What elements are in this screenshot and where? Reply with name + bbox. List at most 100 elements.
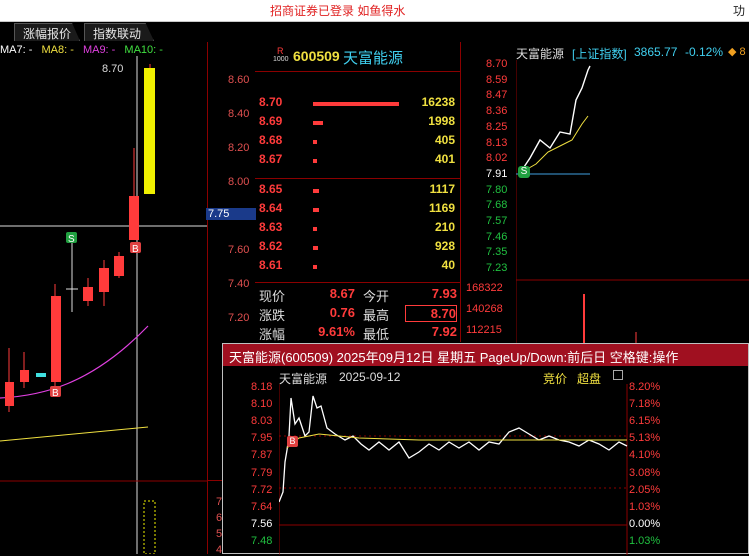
book-volume-bar	[313, 227, 317, 231]
badge-num: 1000	[273, 56, 289, 63]
mini-y-tick: 7.91	[486, 167, 508, 180]
popup-pct-tick: 1.03%	[629, 534, 661, 547]
bid-row[interactable]: 8.65 1117	[259, 182, 459, 200]
badge-r: R	[277, 46, 284, 56]
quote-value: 8.67	[329, 286, 355, 301]
mini-chart[interactable]: 天富能源 [上证指数] 3865.77 -0.12% ◆ 8 8.70 8.59 8…	[462, 42, 749, 357]
mini-vol-tick: 140268	[466, 303, 503, 315]
book-volume-bar	[313, 246, 318, 250]
tab-bar: 涨幅报价 指数联动	[0, 22, 749, 42]
popup-y-tick: 7.95	[251, 432, 273, 445]
book-price: 8.68	[259, 133, 283, 147]
book-volume-bar	[313, 121, 323, 125]
buy-marker-text: B	[52, 388, 59, 399]
quote-label: 涨跌	[259, 308, 286, 323]
popup-buy-marker: B	[287, 436, 298, 447]
index-value: 3865.77	[634, 45, 678, 59]
book-volume: 1169	[428, 201, 455, 215]
quote-label: 今开	[363, 289, 390, 304]
ask-row[interactable]: 8.67 401	[259, 152, 459, 170]
quote-value: 9.61%	[318, 324, 355, 339]
mini-chart-icon[interactable]: ◆ 8	[728, 45, 746, 58]
popup-y-tick: 7.56	[251, 517, 273, 530]
index-change: -0.12%	[685, 45, 724, 59]
book-price: 8.65	[259, 182, 283, 196]
book-volume-bar	[313, 140, 317, 144]
ask-row[interactable]: 8.68 405	[259, 133, 459, 151]
quote-value: 0.76	[329, 305, 355, 320]
ma10-label: MA10: -	[124, 44, 163, 56]
y-tick: 8.00	[228, 176, 250, 188]
popup-y-tick: 7.48	[251, 534, 273, 547]
mini-y-tick: 7.46	[486, 230, 508, 243]
ma7-label: MA7: -	[0, 44, 33, 56]
popup-pct-tick: 0.00%	[629, 517, 661, 530]
popup-chart-date: 2025-09-12	[339, 370, 401, 384]
popup-pct-tick: 1.03%	[629, 500, 661, 513]
popup-y-tick: 8.10	[251, 398, 273, 411]
popup-y-tick: 7.64	[251, 500, 273, 513]
volume-bar	[143, 500, 156, 554]
quote-label: 现价	[259, 289, 286, 304]
quote-row: 现价 8.67 今开 7.93	[259, 286, 459, 304]
quote-label: 最高	[363, 308, 390, 323]
mini-y-tick: 7.80	[486, 183, 508, 196]
bid-row[interactable]: 8.61 40	[259, 258, 459, 276]
candles	[5, 64, 155, 412]
ask-row[interactable]: 8.70 16238	[259, 95, 459, 113]
mini-sell-marker: S	[518, 166, 530, 178]
stock-name[interactable]: 天富能源	[343, 47, 403, 68]
tab-gain-quote[interactable]: 涨幅报价	[14, 23, 80, 41]
mini-y-tick: 7.68	[486, 199, 508, 212]
book-volume: 1117	[429, 182, 455, 196]
y-tick: 7.60	[228, 244, 250, 256]
y-tick: 8.40	[228, 108, 250, 120]
mini-y-tick: 8.25	[486, 120, 508, 133]
mini-vol-tick: 168322	[466, 282, 503, 294]
book-volume-bar	[313, 159, 317, 163]
broker-status: 招商证券已登录 如鱼得水	[270, 4, 406, 18]
popup-pct-tick: 3.08%	[629, 466, 661, 479]
book-volume-bar	[313, 265, 317, 269]
stock-header: R 1000 600509 天富能源	[255, 42, 460, 72]
crosshair-price: 7.75	[206, 208, 256, 220]
function-menu[interactable]: 功	[733, 2, 745, 19]
kline-chart[interactable]: S B B 8.70	[0, 56, 207, 554]
ask-row[interactable]: 8.69 1998	[259, 114, 459, 132]
book-volume: 210	[434, 220, 455, 234]
popup-pct-tick: 4.10%	[629, 449, 661, 462]
popup-pct-tick: 7.18%	[629, 398, 661, 411]
quote-row: 涨跌 0.76 最高 8.70	[259, 305, 459, 323]
book-price: 8.62	[259, 239, 283, 253]
book-price: 8.69	[259, 114, 283, 128]
mini-chart-plot	[516, 60, 749, 344]
popup-pct-tick: 2.05%	[629, 483, 661, 496]
bid-row[interactable]: 8.62 928	[259, 239, 459, 257]
quote-value: 8.70	[405, 305, 457, 322]
bid-row[interactable]: 8.63 210	[259, 220, 459, 238]
quote-value: 7.92	[431, 324, 457, 339]
ma9-label: MA9: -	[82, 44, 116, 56]
book-price: 8.67	[259, 152, 283, 166]
y-tick: 8.60	[228, 74, 250, 86]
title-bar: 招商证券已登录 如鱼得水 功	[0, 0, 749, 22]
popup-checkbox[interactable]	[613, 370, 623, 380]
y-tick: 8.20	[228, 142, 250, 154]
intraday-popup[interactable]: 天富能源(600509) 2025年09月12日 星期五 PageUp/Down…	[222, 343, 749, 555]
mini-y-tick: 8.36	[486, 105, 508, 118]
popup-pct-tick: 5.13%	[629, 432, 661, 445]
popup-y-tick: 8.03	[251, 415, 273, 428]
y-tick: 7.40	[228, 278, 250, 290]
popup-y-tick: 7.79	[251, 466, 273, 479]
mini-y-tick: 7.57	[486, 215, 508, 227]
popup-title-bar[interactable]: 天富能源(600509) 2025年09月12日 星期五 PageUp/Down…	[223, 344, 748, 366]
tab-index-link[interactable]: 指数联动	[84, 23, 154, 41]
mini-y-tick: 7.35	[486, 246, 508, 259]
book-price: 8.70	[259, 95, 283, 109]
sell-marker-text: S	[68, 234, 75, 245]
mini-y-tick: 7.23	[486, 262, 508, 275]
book-volume: 401	[434, 152, 455, 166]
bid-row[interactable]: 8.64 1169	[259, 201, 459, 219]
book-volume: 1998	[428, 114, 455, 128]
ma8-label: MA8: -	[41, 44, 74, 56]
